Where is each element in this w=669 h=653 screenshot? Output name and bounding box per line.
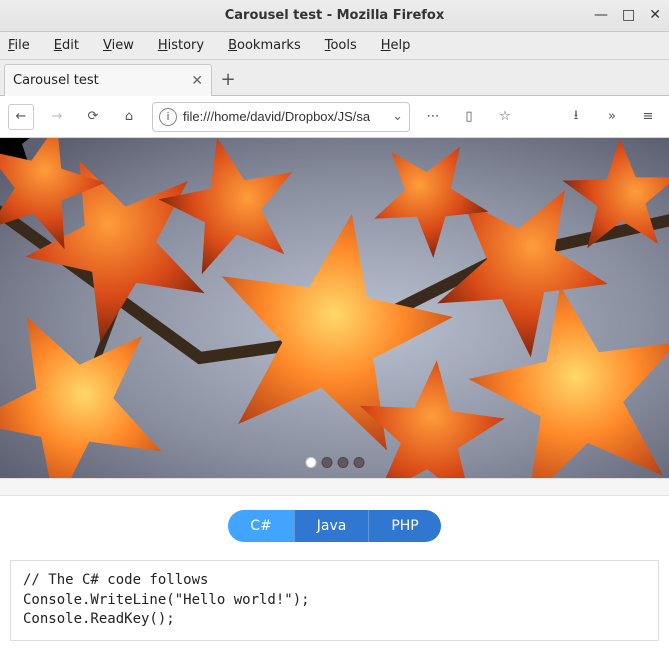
menu-edit[interactable]: Edit bbox=[54, 38, 79, 53]
menu-help[interactable]: Help bbox=[381, 38, 411, 53]
tab-label: Carousel test bbox=[13, 73, 99, 88]
code-tabs: C# Java PHP bbox=[0, 496, 669, 560]
carousel-image bbox=[0, 138, 669, 478]
tab-close-icon[interactable]: ✕ bbox=[191, 73, 203, 89]
carousel-dots bbox=[305, 457, 364, 468]
site-info-icon[interactable]: i bbox=[159, 108, 177, 126]
reload-button[interactable]: ⟳ bbox=[80, 104, 106, 130]
url-input[interactable] bbox=[183, 109, 388, 124]
url-bar[interactable]: i ⌄ bbox=[152, 102, 410, 132]
bookmark-star-icon[interactable]: ☆ bbox=[492, 104, 518, 130]
forward-button[interactable]: → bbox=[44, 104, 70, 130]
new-tab-button[interactable]: + bbox=[212, 63, 244, 95]
code-line: Console.ReadKey(); bbox=[23, 611, 175, 627]
reader-mode-icon[interactable]: ▯ bbox=[456, 104, 482, 130]
back-button[interactable]: ← bbox=[8, 104, 34, 130]
browser-tab[interactable]: Carousel test ✕ bbox=[4, 64, 212, 96]
url-dropdown-icon[interactable]: ⌄ bbox=[392, 109, 403, 124]
carousel bbox=[0, 138, 669, 478]
tab-strip: Carousel test ✕ + bbox=[0, 60, 669, 96]
page-content: C# Java PHP // The C# code follows Conso… bbox=[0, 138, 669, 653]
window-title: Carousel test - Mozilla Firefox bbox=[225, 8, 445, 23]
pill-group: C# Java PHP bbox=[228, 510, 441, 542]
carousel-dot-3[interactable] bbox=[337, 457, 348, 468]
window-titlebar: Carousel test - Mozilla Firefox — □ ✕ bbox=[0, 0, 669, 32]
carousel-dot-2[interactable] bbox=[321, 457, 332, 468]
code-line: Console.WriteLine("Hello world!"); bbox=[23, 592, 310, 608]
window-buttons: — □ ✕ bbox=[594, 7, 661, 23]
close-icon[interactable]: ✕ bbox=[649, 7, 661, 23]
menu-bookmarks[interactable]: Bookmarks bbox=[228, 38, 301, 53]
carousel-dot-1[interactable] bbox=[305, 457, 316, 468]
code-block: // The C# code follows Console.WriteLine… bbox=[10, 560, 659, 641]
code-line: // The C# code follows bbox=[23, 572, 208, 588]
tab-csharp[interactable]: C# bbox=[228, 510, 294, 542]
carousel-dot-4[interactable] bbox=[353, 457, 364, 468]
tab-java[interactable]: Java bbox=[294, 510, 369, 542]
page-actions-icon[interactable]: ⋯ bbox=[420, 104, 446, 130]
separator bbox=[0, 478, 669, 496]
menubar: File Edit View History Bookmarks Tools H… bbox=[0, 32, 669, 60]
menu-history[interactable]: History bbox=[158, 38, 204, 53]
menu-file[interactable]: File bbox=[8, 38, 30, 53]
tab-php[interactable]: PHP bbox=[368, 510, 440, 542]
maximize-icon[interactable]: □ bbox=[622, 7, 635, 23]
downloads-icon[interactable]: ⭳ bbox=[563, 104, 589, 130]
hamburger-menu-icon[interactable]: ≡ bbox=[635, 104, 661, 130]
home-button[interactable]: ⌂ bbox=[116, 104, 142, 130]
menu-tools[interactable]: Tools bbox=[325, 38, 357, 53]
minimize-icon[interactable]: — bbox=[594, 7, 608, 23]
menu-view[interactable]: View bbox=[103, 38, 134, 53]
overflow-icon[interactable]: » bbox=[599, 104, 625, 130]
navigation-toolbar: ← → ⟳ ⌂ i ⌄ ⋯ ▯ ☆ ⭳ » ≡ bbox=[0, 96, 669, 138]
